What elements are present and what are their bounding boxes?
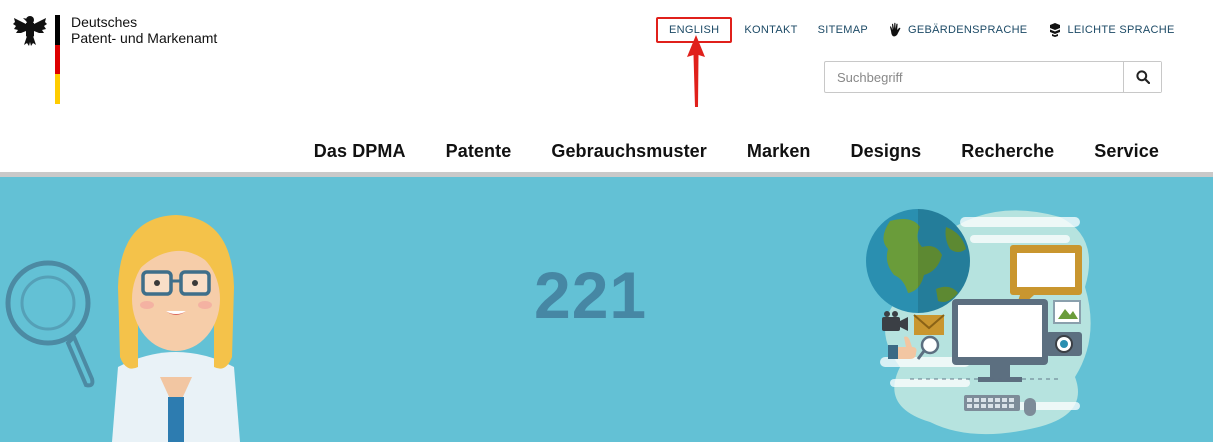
- contact-link-label: KONTAKT: [744, 24, 798, 36]
- easy-language-link[interactable]: LEICHTE SPRACHE: [1037, 19, 1184, 41]
- search-form: [824, 61, 1162, 93]
- sitemap-link-label: SITEMAP: [817, 24, 869, 36]
- globe-icon: [866, 209, 970, 313]
- search-button[interactable]: [1123, 62, 1161, 92]
- nav-item-recherche[interactable]: Recherche: [961, 141, 1054, 162]
- nav-item-marken[interactable]: Marken: [747, 141, 811, 162]
- main-nav: Das DPMA Patente Gebrauchsmuster Marken …: [314, 141, 1159, 162]
- german-flag-bar: [55, 15, 60, 104]
- logo-line-2: Patent- und Markenamt: [71, 30, 218, 46]
- nav-item-service[interactable]: Service: [1094, 141, 1159, 162]
- hand-icon: [890, 22, 901, 37]
- nav-item-das-dpma[interactable]: Das DPMA: [314, 141, 406, 162]
- dpma-logo[interactable]: Deutsches Patent- und Markenamt: [12, 12, 252, 104]
- search-input[interactable]: [825, 62, 1123, 92]
- easy-language-link-label: LEICHTE SPRACHE: [1067, 24, 1175, 36]
- hero-banner: 221: [0, 177, 1213, 442]
- utility-nav: ENGLISH KONTAKT SITEMAP GEBÄRDENSPRACHE …: [656, 17, 1185, 43]
- annotation-arrow-icon: [687, 35, 705, 107]
- nav-item-designs[interactable]: Designs: [851, 141, 922, 162]
- woman-figure: [112, 215, 240, 442]
- hero-number: 221: [534, 258, 648, 332]
- easy-language-icon: [1050, 23, 1061, 37]
- sitemap-link[interactable]: SITEMAP: [808, 19, 878, 41]
- sign-language-link-label: GEBÄRDENSPRACHE: [908, 24, 1028, 36]
- logo-line-1: Deutsches: [71, 14, 138, 30]
- camera-icon: [1046, 332, 1082, 356]
- envelope-icon: [913, 314, 945, 335]
- picture-icon: [1053, 300, 1081, 324]
- federal-eagle-icon: [13, 16, 47, 46]
- search-icon: [1135, 70, 1150, 84]
- nav-item-patente[interactable]: Patente: [446, 141, 512, 162]
- digital-communication-illustration: [866, 209, 1091, 435]
- logo-wordmark: Deutsches Patent- und Markenamt: [71, 14, 217, 46]
- nav-item-gebrauchsmuster[interactable]: Gebrauchsmuster: [551, 141, 707, 162]
- contact-link[interactable]: KONTAKT: [734, 19, 807, 41]
- site-header: Deutsches Patent- und Markenamt ENGLISH …: [0, 0, 1213, 172]
- sign-language-link[interactable]: GEBÄRDENSPRACHE: [878, 19, 1037, 41]
- researcher-illustration: [5, 215, 240, 442]
- magnifier-icon: [5, 260, 95, 388]
